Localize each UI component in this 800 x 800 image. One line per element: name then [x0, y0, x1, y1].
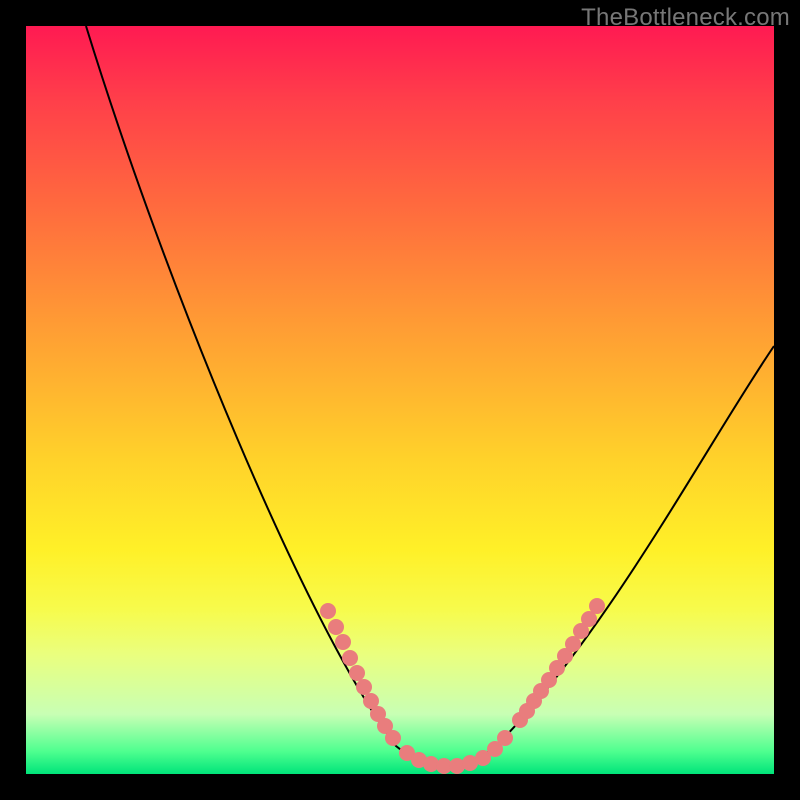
marker-dot — [497, 730, 513, 746]
marker-dot — [589, 598, 605, 614]
optimal-zone-markers — [320, 598, 605, 774]
marker-dot — [349, 665, 365, 681]
marker-dot — [328, 619, 344, 635]
marker-dot — [356, 679, 372, 695]
marker-dot — [335, 634, 351, 650]
chart-frame: TheBottleneck.com — [0, 0, 800, 800]
marker-dot — [320, 603, 336, 619]
marker-dot — [342, 650, 358, 666]
curve-svg — [26, 26, 774, 774]
bottleneck-curve — [86, 26, 774, 765]
plot-area — [26, 26, 774, 774]
marker-dot — [385, 730, 401, 746]
